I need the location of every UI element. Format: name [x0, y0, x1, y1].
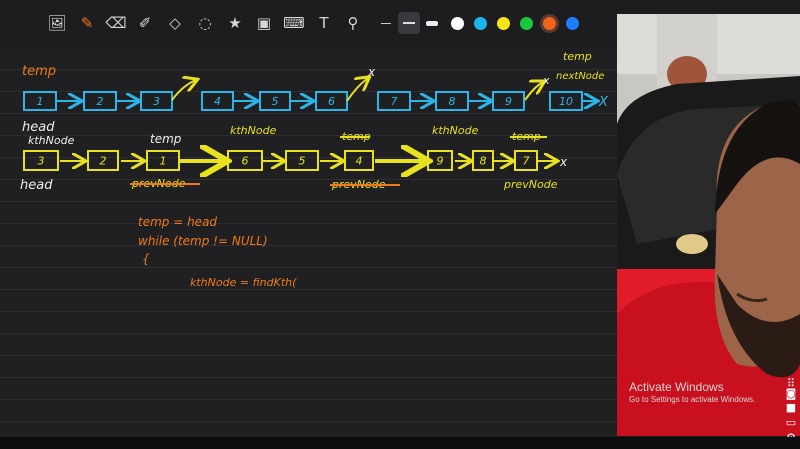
head-label: head [20, 178, 53, 193]
prev-node-label: prevNode [503, 178, 558, 191]
kth-node-label: kthNode [230, 124, 277, 137]
keyboard-icon[interactable]: ⌨ [283, 12, 305, 34]
row1-node-value: 5 [272, 95, 279, 108]
null-x-mark: X [598, 95, 609, 110]
image-search-icon[interactable]: 🖼 [46, 12, 68, 34]
text-icon[interactable]: T [313, 12, 335, 34]
row1-node-value: 10 [559, 95, 573, 108]
original-list-row: 1 2 3 4 5 6 7 8 9 10 X x x temp temp nextNode hea… [22, 50, 609, 135]
stamp-icon[interactable]: ★ [224, 12, 246, 34]
activate-windows-subtitle: Go to Settings to activate Windows. [629, 395, 756, 404]
color-swatch[interactable] [497, 17, 510, 30]
reversed-list-row: 3 2 1 6 5 4 9 8 7 x kthNode kthNode kthNode temp… [20, 124, 568, 193]
whiteboard-canvas[interactable]: 1 2 3 4 5 6 7 8 9 10 X x x temp temp nextNode hea… [0, 48, 617, 437]
code-line: while (temp != NULL) [138, 234, 268, 248]
row2-node-value: 9 [437, 155, 444, 168]
camera-icon[interactable]: ◙ [783, 386, 799, 400]
null-x-mark: x [542, 74, 550, 87]
color-swatch[interactable] [474, 17, 487, 30]
color-swatch[interactable] [520, 17, 533, 30]
row1-node-value: 6 [328, 95, 335, 108]
shapes-icon[interactable]: ◇ [164, 12, 186, 34]
row2-node-value: 3 [38, 155, 45, 168]
temp-label: temp [150, 132, 182, 146]
pseudocode: temp = head while (temp != NULL) { kthNo… [138, 215, 297, 289]
row1-node-value: 2 [97, 95, 104, 108]
kth-node-label: kthNode [28, 134, 75, 147]
temp-label: temp [563, 50, 592, 63]
code-line: kthNode = findKth( [190, 276, 297, 289]
row2-node-value: 6 [242, 155, 249, 168]
activate-windows-title: Activate Windows [629, 380, 724, 394]
row1-node-value: 1 [37, 95, 44, 108]
null-x-mark: x [367, 65, 376, 79]
row1-node-value: 7 [391, 95, 398, 108]
row1-node-value: 9 [505, 95, 512, 108]
kth-node-label: kthNode [432, 124, 479, 137]
null-x-mark: x [559, 155, 568, 169]
presenter-image [617, 14, 800, 436]
code-line: temp = head [138, 215, 217, 229]
laser-pointer-icon[interactable]: ⚲ [342, 12, 364, 34]
row2-node-value: 1 [160, 155, 167, 168]
row2-node-value: 7 [523, 155, 530, 168]
next-node-label: nextNode [556, 71, 604, 82]
row2-node-value: 2 [100, 155, 107, 168]
row2-node-value: 4 [356, 155, 363, 168]
row2-node-value: 8 [480, 155, 487, 168]
row1-node-value: 3 [153, 95, 160, 108]
color-swatch[interactable] [543, 17, 556, 30]
row2-node-value: 5 [299, 155, 306, 168]
whiteboard-drawing: 1 2 3 4 5 6 7 8 9 10 X x x temp temp nextNode hea… [20, 50, 609, 289]
color-swatch[interactable] [451, 17, 464, 30]
lasso-icon[interactable]: ◌ [194, 12, 216, 34]
stroke-medium-button[interactable] [398, 12, 420, 34]
image-icon[interactable]: ▣ [253, 12, 275, 34]
color-swatch[interactable] [566, 17, 579, 30]
code-line: { [142, 252, 150, 266]
stroke-thin-button[interactable] [375, 12, 397, 34]
pen-icon[interactable]: ✎ [76, 12, 98, 34]
window-icon[interactable]: ▭ [783, 415, 799, 429]
row1-node-value: 4 [214, 95, 221, 108]
eraser-icon[interactable]: ⌫ [105, 12, 127, 34]
temp-label: temp [22, 64, 56, 79]
row1-node-value: 8 [449, 95, 456, 108]
bottom-bar [0, 437, 800, 449]
head-label: head [22, 120, 55, 135]
video-icon[interactable]: ■ [783, 400, 799, 414]
webcam-video: Activate Windows Go to Settings to activ… [617, 14, 800, 436]
stroke-thick-button[interactable] [421, 12, 443, 34]
highlighter-icon[interactable]: ✐ [134, 12, 156, 34]
